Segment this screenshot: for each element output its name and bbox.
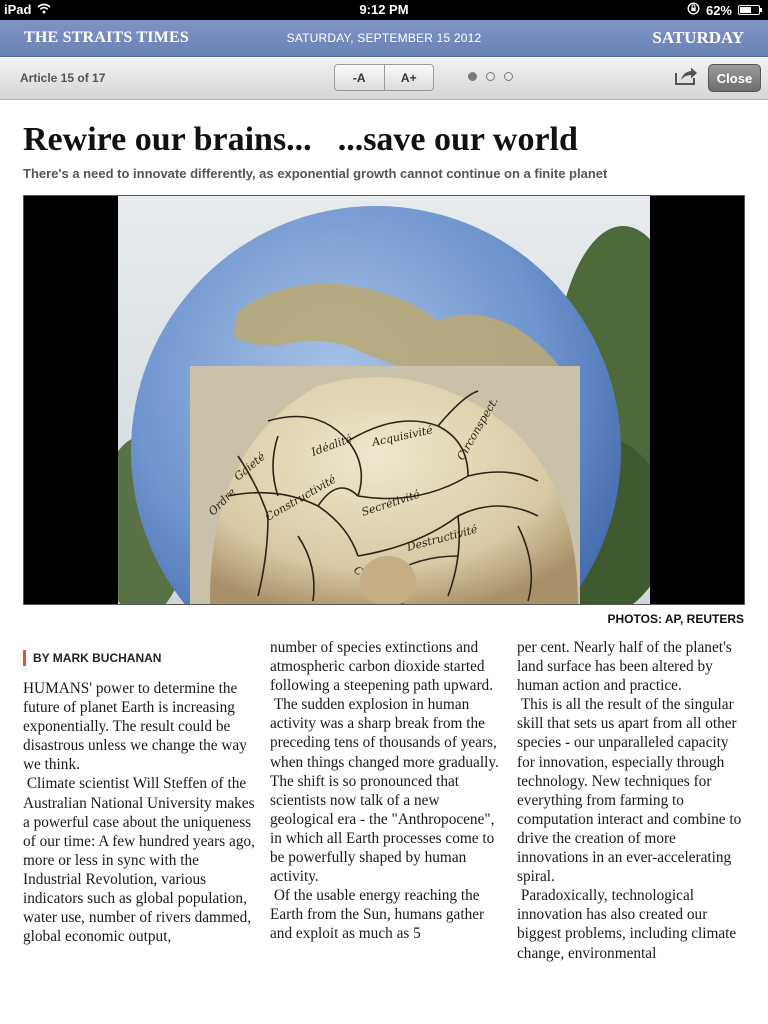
article-column-2: number of species extinctions and atmosp… bbox=[270, 638, 502, 944]
font-increase-button[interactable]: A+ bbox=[383, 65, 434, 90]
paragraph: per cent. Nearly half of the planet's la… bbox=[517, 639, 732, 695]
font-decrease-button[interactable]: -A bbox=[335, 65, 384, 90]
paragraph: HUMANS' power to determine the future of… bbox=[23, 680, 247, 774]
battery-fill bbox=[740, 7, 752, 13]
paragraph: This is all the result of the singular s… bbox=[517, 696, 742, 886]
article-counter: Article 15 of 17 bbox=[20, 71, 106, 85]
close-button[interactable]: Close bbox=[708, 64, 761, 92]
paragraph: The sudden explosion in human activity w… bbox=[270, 696, 499, 886]
masthead: THE STRAITS TIMES SATURDAY, SEPTEMBER 15… bbox=[0, 20, 768, 57]
paragraph: Paradoxically, technological innovation … bbox=[517, 887, 737, 962]
article-headline: Rewire our brains... ...save our world bbox=[23, 121, 578, 159]
article-subhead: There's a need to innovate differently, … bbox=[23, 166, 608, 181]
page-dot[interactable] bbox=[486, 72, 495, 81]
byline: BY MARK BUCHANAN bbox=[23, 650, 161, 666]
edition-day: SATURDAY bbox=[652, 28, 744, 47]
page-dot[interactable] bbox=[504, 72, 513, 81]
paragraph: Climate scientist Will Steffen of the Au… bbox=[23, 775, 255, 946]
clock: 9:12 PM bbox=[359, 2, 409, 17]
status-bar: iPad 9:12 PM 62% bbox=[0, 0, 768, 20]
status-right: 62% bbox=[687, 2, 762, 18]
article-toolbar: Article 15 of 17 -A A+ bbox=[0, 57, 768, 100]
paragraph: Of the usable energy reaching the Earth … bbox=[270, 887, 485, 943]
share-icon bbox=[675, 67, 697, 85]
article-photo[interactable]: Acquisivité Idéalité Secrétivité Constru… bbox=[23, 195, 745, 605]
photo-credit: PHOTOS: AP, REUTERS bbox=[607, 612, 744, 626]
paragraph: number of species extinctions and atmosp… bbox=[270, 639, 494, 695]
battery-percent: 62% bbox=[705, 2, 732, 18]
page-dot[interactable] bbox=[468, 72, 477, 81]
rotation-lock-icon bbox=[687, 2, 700, 18]
article-column-3: per cent. Nearly half of the planet's la… bbox=[517, 638, 749, 963]
share-button[interactable] bbox=[674, 65, 698, 87]
article-column-1: HUMANS' power to determine the future of… bbox=[23, 679, 255, 946]
battery-icon bbox=[738, 5, 762, 15]
page-indicator[interactable] bbox=[468, 72, 513, 81]
headline-part-two: ...save our world bbox=[337, 121, 578, 158]
headline-part-one: Rewire our brains... bbox=[23, 121, 312, 158]
font-size-control: -A A+ bbox=[334, 64, 434, 91]
globe-and-phrenology-head-image: Acquisivité Idéalité Secrétivité Constru… bbox=[118, 196, 650, 604]
